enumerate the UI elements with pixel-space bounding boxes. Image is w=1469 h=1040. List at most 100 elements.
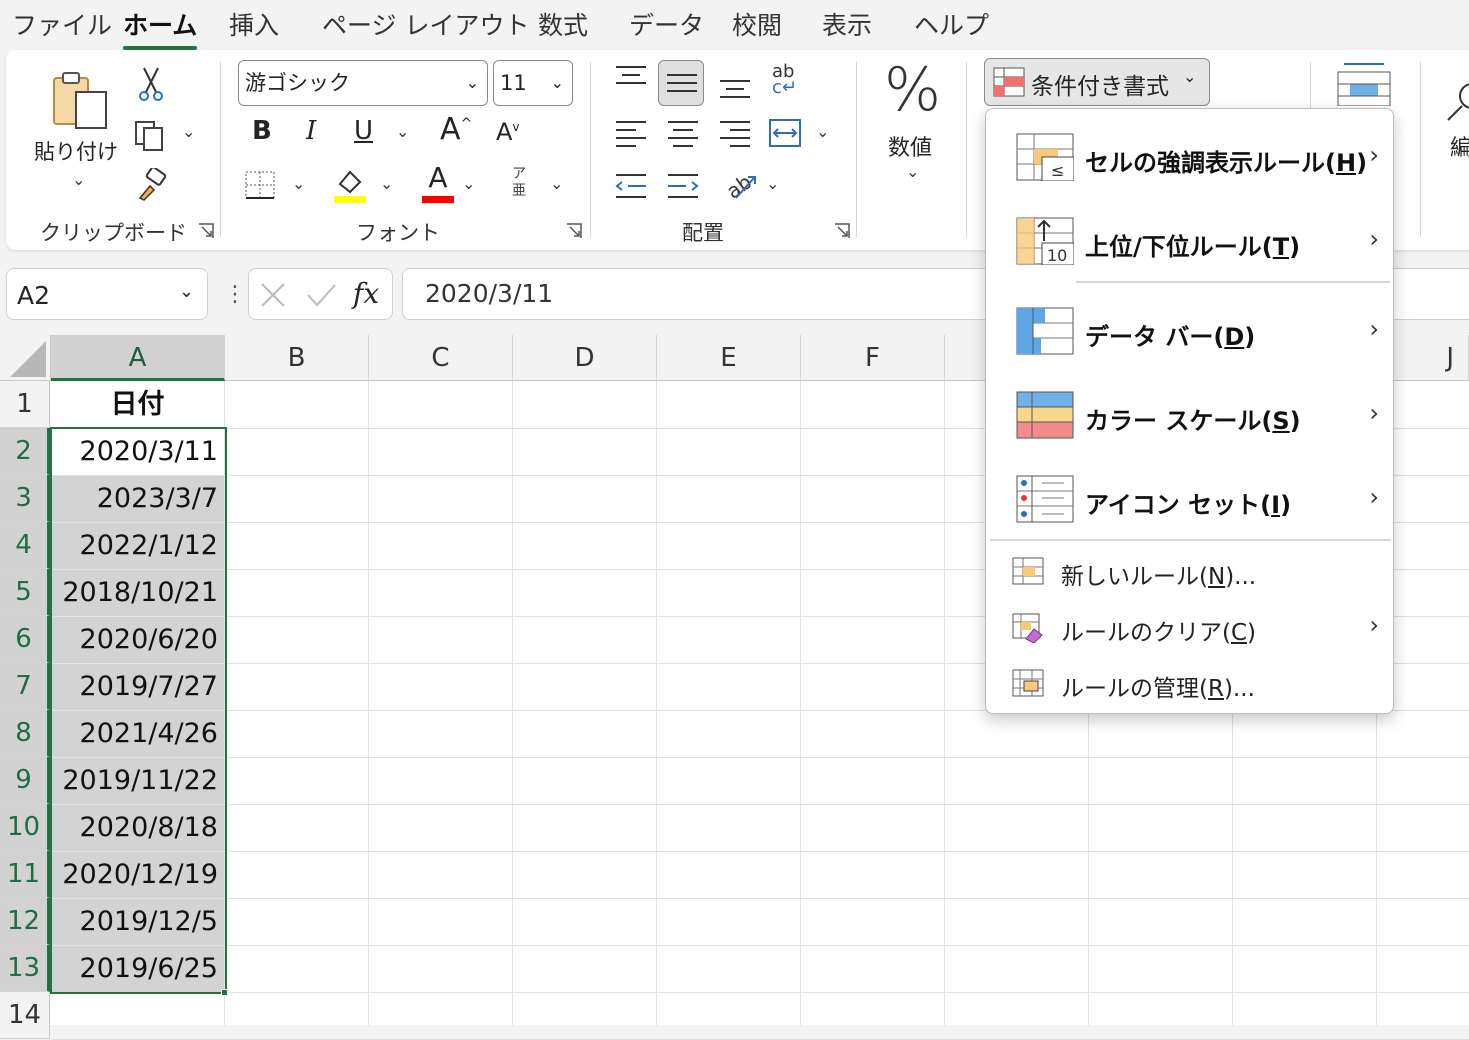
row-header-14[interactable]: 14	[0, 992, 50, 1039]
format-painter-icon[interactable]	[134, 166, 168, 202]
row-header-1[interactable]: 1	[0, 381, 50, 428]
row-header-6[interactable]: 6	[0, 616, 50, 663]
phonetic-guide-button[interactable]: ア亜	[508, 166, 530, 200]
editing-label[interactable]: 編	[1450, 130, 1469, 162]
row-header-13[interactable]: 13	[0, 945, 50, 992]
fill-color-icon[interactable]	[332, 166, 368, 204]
menu-item-clear-rules[interactable]: ルールのクリア(C) ›	[986, 603, 1393, 653]
menu-item-new-rule[interactable]: 新しいルール(N)...	[986, 547, 1393, 597]
phonetic-dropdown-chevron-icon[interactable]: ⌄	[550, 174, 563, 193]
column-header-f[interactable]: F	[801, 335, 945, 381]
column-header-d[interactable]: D	[513, 335, 657, 381]
row-header-10[interactable]: 10	[0, 804, 50, 851]
number-format-icon[interactable]: %	[884, 58, 941, 122]
paste-icon[interactable]	[50, 70, 116, 130]
font-size-combo[interactable]: 11 ⌄	[493, 60, 573, 106]
row-header-9[interactable]: 9	[0, 757, 50, 804]
row-header-11[interactable]: 11	[0, 851, 50, 898]
menu-item-color-scales[interactable]: カラー スケール(S) ›	[986, 377, 1393, 457]
cell-a7[interactable]: 2019/7/27	[51, 664, 224, 710]
cell-a2[interactable]: 2020/3/11	[51, 429, 224, 475]
decrease-indent-icon[interactable]	[614, 172, 648, 200]
paste-dropdown-chevron-icon[interactable]: ⌄	[72, 170, 85, 189]
underline-dropdown-chevron-icon[interactable]: ⌄	[396, 122, 409, 141]
font-name-dropdown-chevron-icon[interactable]: ⌄	[466, 61, 479, 105]
align-left-icon[interactable]	[614, 118, 648, 148]
cell-a6[interactable]: 2020/6/20	[51, 617, 224, 663]
tab-data[interactable]: データ	[629, 6, 704, 42]
row-header-12[interactable]: 12	[0, 898, 50, 945]
tab-file[interactable]: ファイル	[12, 6, 112, 42]
confirm-entry-icon[interactable]	[305, 281, 337, 309]
name-box[interactable]: A2 ⌄	[6, 268, 208, 320]
cell-a3[interactable]: 2023/3/7	[51, 476, 224, 522]
row-header-5[interactable]: 5	[0, 569, 50, 616]
select-all-corner[interactable]	[0, 335, 51, 381]
font-name-combo[interactable]: 游ゴシック ⌄	[238, 60, 488, 106]
fill-handle[interactable]	[221, 989, 228, 996]
tab-home[interactable]: ホーム	[123, 6, 198, 50]
cell-a5[interactable]: 2018/10/21	[51, 570, 224, 616]
tab-help[interactable]: ヘルプ	[914, 6, 989, 42]
menu-item-data-bars[interactable]: データ バー(D) ›	[986, 293, 1393, 373]
font-size-dropdown-chevron-icon[interactable]: ⌄	[551, 61, 564, 105]
row-header-4[interactable]: 4	[0, 522, 50, 569]
row-header-7[interactable]: 7	[0, 663, 50, 710]
increase-indent-icon[interactable]	[666, 172, 700, 200]
bold-button[interactable]: B	[252, 116, 272, 146]
align-middle-button[interactable]	[658, 60, 704, 106]
formula-bar-grip-icon[interactable]: ⋮	[224, 282, 246, 307]
align-right-icon[interactable]	[718, 118, 752, 148]
font-color-dropdown-chevron-icon[interactable]: ⌄	[462, 174, 475, 193]
tab-formulas[interactable]: 数式	[538, 6, 588, 42]
cell-a12[interactable]: 2019/12/5	[51, 899, 224, 945]
conditional-formatting-button[interactable]: 条件付き書式 ⌄	[984, 58, 1210, 106]
underline-button[interactable]: U	[354, 116, 373, 146]
cell-a13[interactable]: 2019/6/25	[51, 946, 224, 992]
increase-font-size-button[interactable]: A^	[440, 112, 472, 147]
orientation-dropdown-chevron-icon[interactable]: ⌄	[766, 174, 779, 193]
alignment-dialog-launcher-icon[interactable]	[834, 223, 850, 239]
row-header-3[interactable]: 3	[0, 475, 50, 522]
italic-button[interactable]: I	[306, 116, 316, 146]
tab-insert[interactable]: 挿入	[229, 6, 279, 42]
paste-label[interactable]: 貼り付け	[34, 136, 118, 166]
fill-color-dropdown-chevron-icon[interactable]: ⌄	[380, 174, 393, 193]
cell-a11[interactable]: 2020/12/19	[51, 852, 224, 898]
cut-scissors-icon[interactable]	[136, 66, 166, 102]
format-as-table-icon[interactable]	[1336, 62, 1392, 107]
column-header-b[interactable]: B	[225, 335, 369, 381]
align-top-icon[interactable]	[614, 64, 648, 90]
insert-function-button[interactable]: fx	[353, 277, 379, 310]
copy-icon[interactable]	[134, 120, 168, 152]
cell-a10[interactable]: 2020/8/18	[51, 805, 224, 851]
menu-item-top-bottom-rules[interactable]: 10 上位/下位ルール(T) ›	[986, 203, 1393, 283]
font-color-button[interactable]: A	[422, 162, 454, 204]
cell-a4[interactable]: 2022/1/12	[51, 523, 224, 569]
clipboard-dialog-launcher-icon[interactable]	[198, 223, 214, 239]
merge-dropdown-chevron-icon[interactable]: ⌄	[816, 122, 829, 141]
cell-a8[interactable]: 2021/4/26	[51, 711, 224, 757]
align-bottom-icon[interactable]	[718, 76, 752, 102]
copy-dropdown-chevron-icon[interactable]: ⌄	[182, 122, 195, 141]
cell-a1[interactable]: 日付	[51, 382, 224, 428]
cell-a9[interactable]: 2019/11/22	[51, 758, 224, 804]
font-dialog-launcher-icon[interactable]	[566, 223, 582, 239]
tab-page-layout[interactable]: ページ レイアウト	[322, 6, 529, 42]
cancel-entry-icon[interactable]	[259, 281, 287, 309]
menu-item-highlight-cells-rules[interactable]: ≤ セルの強調表示ルール(H) ›	[986, 119, 1393, 199]
wrap-text-icon[interactable]: ab c↵	[772, 63, 806, 100]
align-center-icon[interactable]	[666, 118, 700, 148]
row-header-8[interactable]: 8	[0, 710, 50, 757]
orientation-icon[interactable]: ab	[722, 168, 758, 204]
menu-item-manage-rules[interactable]: ルールの管理(R)...	[986, 659, 1393, 709]
column-header-e[interactable]: E	[657, 335, 801, 381]
number-dropdown-chevron-icon[interactable]: ⌄	[906, 162, 919, 181]
tab-review[interactable]: 校閲	[732, 6, 782, 42]
borders-dropdown-chevron-icon[interactable]: ⌄	[292, 174, 305, 193]
merge-center-icon[interactable]	[768, 118, 802, 148]
menu-item-icon-sets[interactable]: アイコン セット(I) ›	[986, 461, 1393, 541]
number-label[interactable]: 数値	[888, 130, 932, 162]
decrease-font-size-button[interactable]: Av	[496, 118, 520, 146]
column-header-a[interactable]: A	[51, 335, 225, 381]
